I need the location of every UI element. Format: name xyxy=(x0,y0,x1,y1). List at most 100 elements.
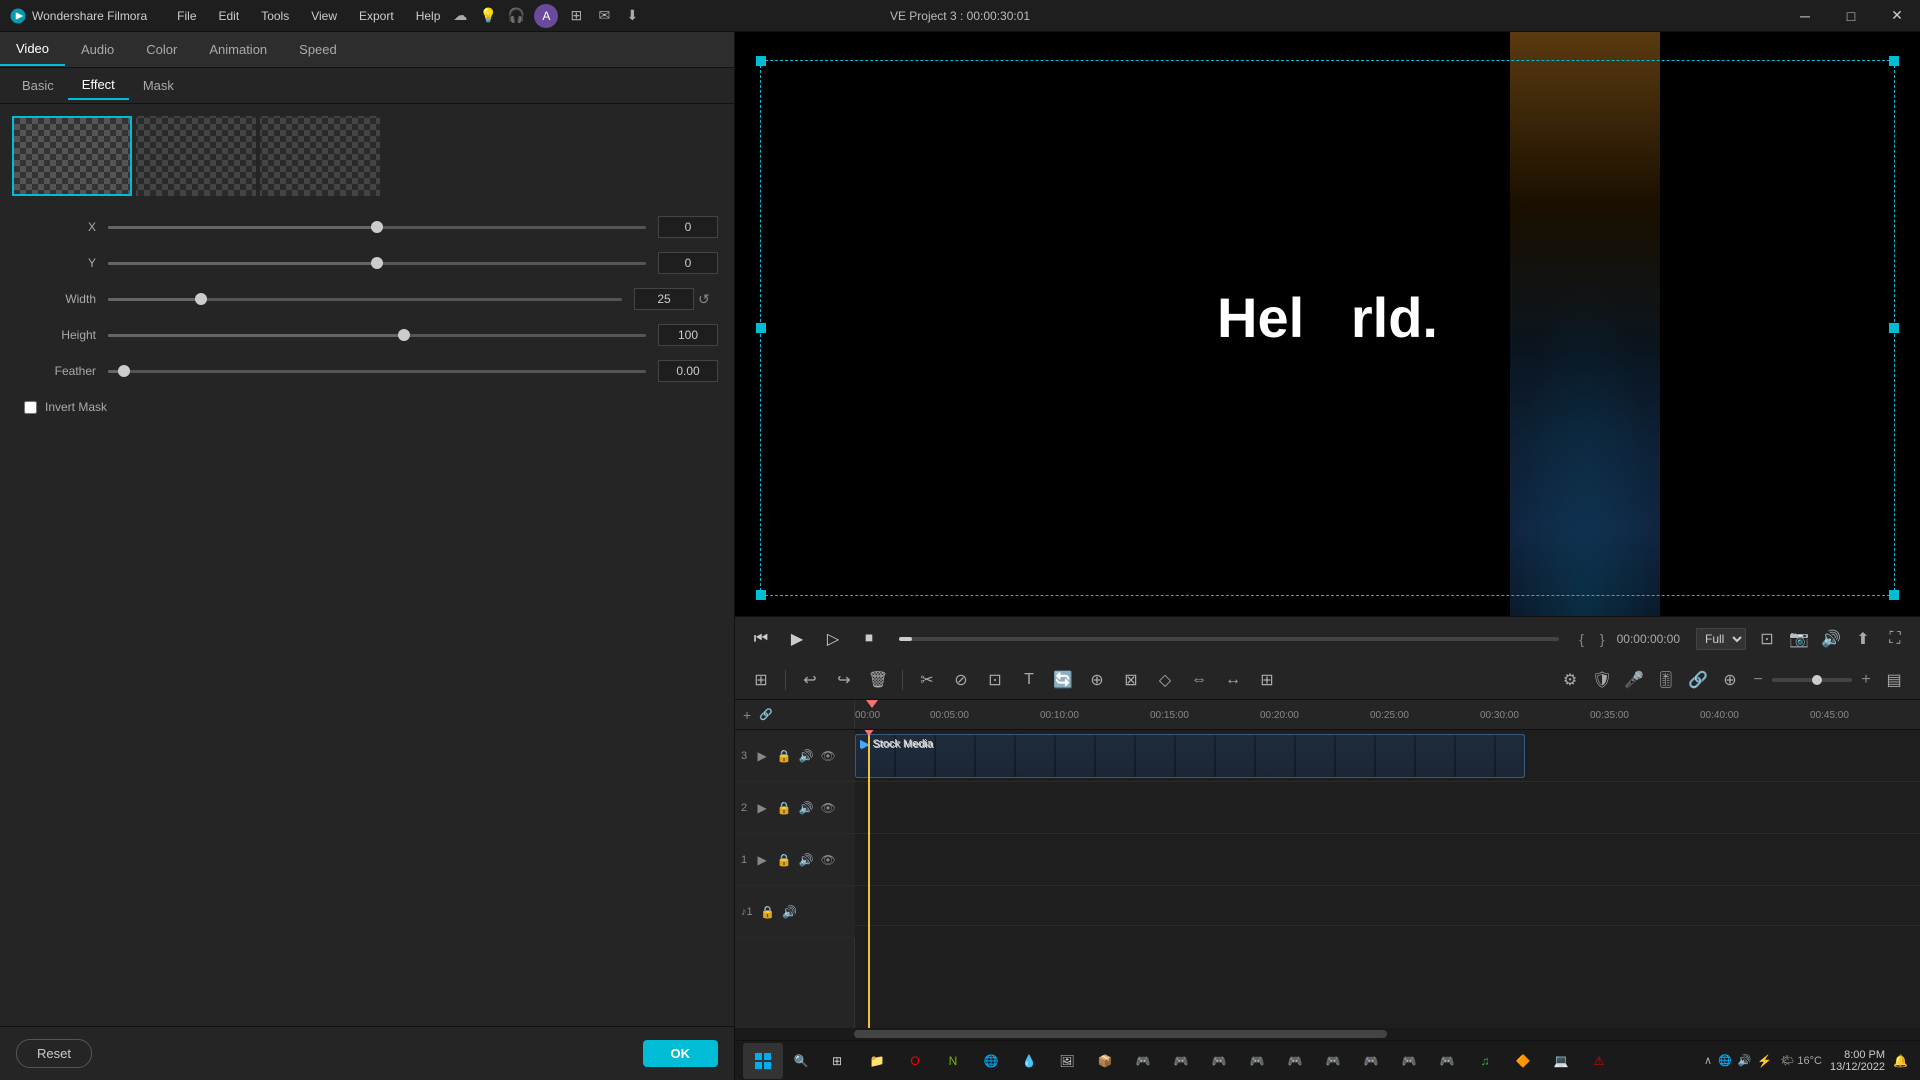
app-game8[interactable]: 🎮 xyxy=(1391,1043,1427,1079)
app-game3[interactable]: 🎮 xyxy=(1201,1043,1237,1079)
zoom-out-button[interactable]: − xyxy=(1748,670,1768,690)
taskbar-search[interactable]: 🔍 xyxy=(783,1043,819,1079)
fullscreen-button[interactable]: ⛶ xyxy=(1882,626,1908,652)
menu-file[interactable]: File xyxy=(167,5,206,27)
app-opera[interactable]: O xyxy=(897,1043,933,1079)
speed-button[interactable]: ↔ xyxy=(1219,666,1247,694)
minimize-button[interactable]: ─ xyxy=(1782,0,1828,32)
track-1-eye-icon[interactable]: 👁 xyxy=(819,851,837,869)
crop-button[interactable]: ⊡ xyxy=(981,666,1009,694)
select-button[interactable]: ⊘ xyxy=(947,666,975,694)
headset-icon[interactable]: 🎧 xyxy=(506,6,526,26)
track-1-mute-icon[interactable]: 🔊 xyxy=(797,851,815,869)
effect-tool-button[interactable]: ⊞ xyxy=(1253,666,1281,694)
close-button[interactable]: ✕ xyxy=(1874,0,1920,32)
zoom-in-button[interactable]: + xyxy=(1856,670,1876,690)
track-1-video-icon[interactable]: ▶ xyxy=(753,851,771,869)
insert-button[interactable]: ⊕ xyxy=(1716,666,1744,694)
quality-select[interactable]: Full xyxy=(1696,628,1746,650)
reset-button[interactable]: Reset xyxy=(16,1039,92,1068)
subtab-basic[interactable]: Basic xyxy=(8,72,68,99)
notification-icon[interactable]: 🔔 xyxy=(1893,1054,1908,1068)
bulb-icon[interactable]: 💡 xyxy=(478,6,498,26)
tab-animation[interactable]: Animation xyxy=(193,34,283,65)
app-misc2[interactable]: 🖼 xyxy=(1049,1043,1085,1079)
app-game1[interactable]: 🎮 xyxy=(1125,1043,1161,1079)
play-alt-button[interactable]: ▷ xyxy=(819,625,847,653)
add-media-button[interactable]: + xyxy=(743,707,751,723)
snap-button[interactable]: ◇ xyxy=(1151,666,1179,694)
screenshot-button[interactable]: 📷 xyxy=(1786,626,1812,652)
app-game9[interactable]: 🎮 xyxy=(1429,1043,1465,1079)
subtab-mask[interactable]: Mask xyxy=(129,72,188,99)
playhead[interactable] xyxy=(868,730,870,1028)
param-height-slider[interactable] xyxy=(108,334,646,337)
network-icon[interactable]: 🌐 xyxy=(1718,1054,1732,1067)
app-explorer[interactable]: 📁 xyxy=(859,1043,895,1079)
app-chrome[interactable]: 🌐 xyxy=(973,1043,1009,1079)
track-audio-mute-icon[interactable]: 🔊 xyxy=(781,903,799,921)
param-feather-slider[interactable] xyxy=(108,370,646,373)
param-height-value[interactable] xyxy=(658,324,718,346)
toolbar-grid-button[interactable]: ⊞ xyxy=(747,666,775,694)
record-button[interactable]: ⊠ xyxy=(1117,666,1145,694)
track-audio-lock-icon[interactable]: 🔒 xyxy=(759,903,777,921)
app-nvidia[interactable]: N xyxy=(935,1043,971,1079)
thumbnail-3[interactable] xyxy=(260,116,380,196)
param-y-thumb[interactable] xyxy=(371,257,383,269)
link-button[interactable]: 🔗 xyxy=(1684,666,1712,694)
start-button[interactable] xyxy=(743,1043,783,1079)
app-vlc[interactable]: 🔶 xyxy=(1505,1043,1541,1079)
param-width-slider[interactable] xyxy=(108,298,622,301)
param-height-thumb[interactable] xyxy=(398,329,410,341)
battery-icon[interactable]: ⚡ xyxy=(1757,1054,1772,1068)
ok-button[interactable]: OK xyxy=(643,1040,719,1067)
subtab-effect[interactable]: Effect xyxy=(68,71,129,100)
volume-button[interactable]: 🔊 xyxy=(1818,626,1844,652)
param-x-thumb[interactable] xyxy=(371,221,383,233)
timeline-view-button[interactable]: ▤ xyxy=(1880,666,1908,694)
mixer-button[interactable]: 🎚 xyxy=(1652,666,1680,694)
menu-export[interactable]: Export xyxy=(349,5,404,27)
chevron-up-icon[interactable]: ∧ xyxy=(1704,1054,1712,1067)
skip-back-button[interactable]: ⏮ xyxy=(747,625,775,653)
param-width-reset[interactable]: ↺ xyxy=(698,291,718,308)
delete-button[interactable]: 🗑 xyxy=(864,666,892,694)
app-game5[interactable]: 🎮 xyxy=(1277,1043,1313,1079)
track-2-lock-icon[interactable]: 🔒 xyxy=(775,799,793,817)
invert-mask-checkbox[interactable] xyxy=(24,401,37,414)
tab-video[interactable]: Video xyxy=(0,33,65,66)
track-2-eye-icon[interactable]: 👁 xyxy=(819,799,837,817)
track-3-lock-icon[interactable]: 🔒 xyxy=(775,747,793,765)
speaker-icon[interactable]: 🔊 xyxy=(1738,1054,1752,1067)
tab-color[interactable]: Color xyxy=(130,34,193,65)
cloud-icon[interactable]: ☁ xyxy=(450,6,470,26)
app-misc5[interactable]: ⚠ xyxy=(1581,1043,1617,1079)
track-1-lock-icon[interactable]: 🔒 xyxy=(775,851,793,869)
task-view-button[interactable]: ⊞ xyxy=(819,1045,855,1077)
zoom-slider[interactable] xyxy=(1772,678,1852,682)
thumbnail-2[interactable] xyxy=(136,116,256,196)
param-y-slider[interactable] xyxy=(108,262,646,265)
tab-speed[interactable]: Speed xyxy=(283,34,353,65)
menu-tools[interactable]: Tools xyxy=(251,5,299,27)
param-feather-thumb[interactable] xyxy=(118,365,130,377)
menu-view[interactable]: View xyxy=(301,5,347,27)
undo-button[interactable]: ↩ xyxy=(796,666,824,694)
menu-help[interactable]: Help xyxy=(406,5,451,27)
track-2-mute-icon[interactable]: 🔊 xyxy=(797,799,815,817)
sticker-button[interactable]: ⊕ xyxy=(1083,666,1111,694)
param-feather-value[interactable] xyxy=(658,360,718,382)
clip-track1[interactable]: ▶ Stock Media xyxy=(855,734,1525,778)
clock-display[interactable]: 8:00 PM 13/12/2022 xyxy=(1830,1049,1885,1073)
param-width-value[interactable] xyxy=(634,288,694,310)
fit-screen-button[interactable]: ⊡ xyxy=(1754,626,1780,652)
zoom-thumb[interactable] xyxy=(1812,675,1822,685)
param-y-value[interactable] xyxy=(658,252,718,274)
param-x-value[interactable] xyxy=(658,216,718,238)
account-icon[interactable]: A xyxy=(534,4,558,28)
cut-button[interactable]: ✂ xyxy=(913,666,941,694)
maximize-button[interactable]: □ xyxy=(1828,0,1874,32)
app-misc1[interactable]: 💧 xyxy=(1011,1043,1047,1079)
shield-button[interactable]: 🛡 xyxy=(1588,666,1616,694)
